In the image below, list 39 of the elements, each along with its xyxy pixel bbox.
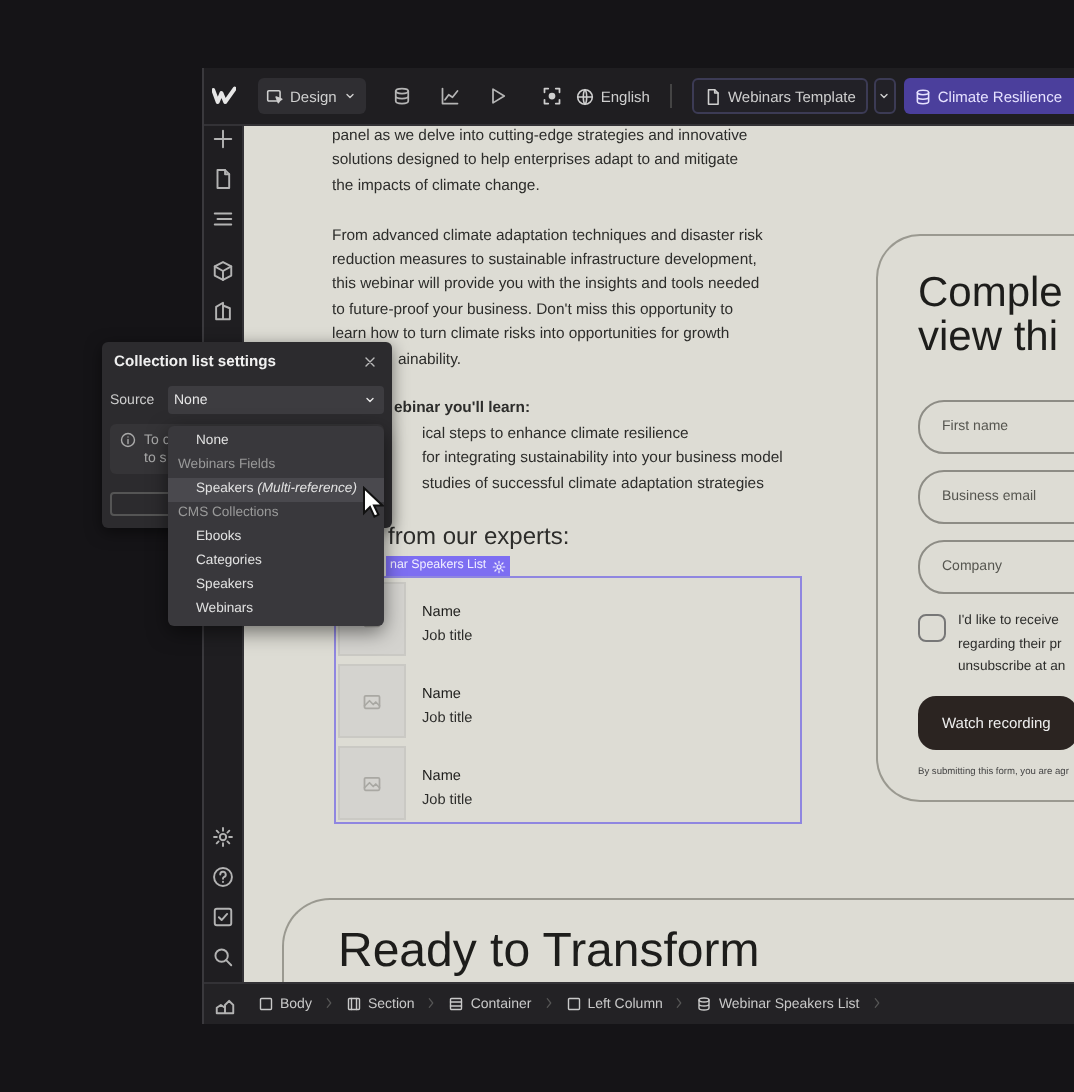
pointer-icon [266,87,284,105]
page-icon [703,87,722,105]
box-icon [258,996,274,1012]
caret-icon [342,88,359,104]
page-icon[interactable] [212,168,234,190]
focus-icon[interactable] [542,86,563,106]
database-icon [696,996,713,1012]
checkbox-icon[interactable] [212,906,234,928]
list-icon[interactable] [212,208,234,230]
image-icon [362,773,382,794]
info-icon [120,432,136,448]
form-heading: Comple view thi [918,272,1065,360]
cursor-icon [362,486,384,518]
cube-icon[interactable] [212,260,234,282]
chevron-icon [541,995,556,1009]
database-icon [913,87,932,105]
cta-heading: Ready to Transform [338,926,762,978]
section-heading: from our experts: [388,522,570,553]
chevron-icon [869,995,884,1009]
help-icon[interactable] [212,866,234,888]
stack-icon[interactable] [212,300,234,322]
section-icon [345,996,362,1012]
play-icon[interactable] [488,86,509,106]
container-icon [448,996,465,1012]
caret-icon [876,88,893,104]
logo-icon[interactable] [212,84,236,108]
globe-icon [576,87,595,105]
search-icon[interactable] [212,946,234,968]
chevron-icon [321,995,336,1009]
add-icon[interactable] [212,128,234,150]
chevron-icon [424,995,439,1009]
database-icon[interactable] [392,86,413,106]
chart-icon[interactable] [440,86,461,106]
chevron-icon [672,995,687,1009]
box-icon [565,996,582,1012]
image-icon [362,691,382,712]
checkbox[interactable] [918,614,946,642]
close-icon[interactable] [362,353,378,369]
caret-icon [362,392,378,408]
